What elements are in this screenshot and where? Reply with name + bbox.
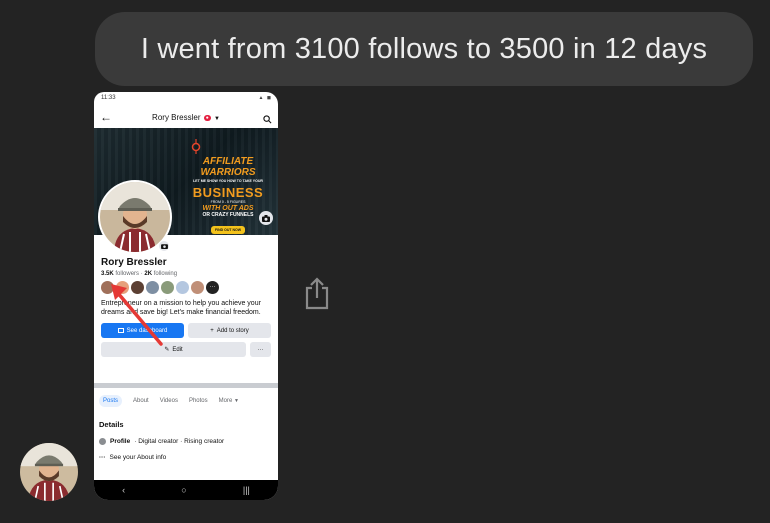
details-heading: Details: [99, 420, 124, 429]
cover-business: BUSINESS: [192, 185, 264, 200]
system-nav-bar: ‹ ○ |||: [94, 480, 278, 500]
profile-avatar[interactable]: [98, 180, 172, 254]
following-count[interactable]: 2K: [144, 271, 152, 277]
plus-icon: +: [210, 327, 214, 334]
message-bubble: I went from 3100 follows to 3500 in 12 d…: [95, 12, 753, 86]
annotation-arrow-icon: [111, 284, 163, 346]
share-icon[interactable]: [303, 276, 331, 312]
add-to-story-button[interactable]: + Add to story: [188, 323, 271, 338]
nav-home-icon[interactable]: ○: [181, 485, 186, 495]
follower-avatar: [176, 281, 189, 294]
status-bar: 11:33 ▲ ◼: [94, 92, 278, 106]
chevron-down-icon: ▼: [233, 398, 239, 404]
following-label[interactable]: following: [154, 271, 177, 277]
header-title[interactable]: Rory Bressler ● ▼: [94, 113, 278, 122]
tab-posts[interactable]: Posts: [99, 395, 123, 407]
cover-cta: FIND OUT NOW: [210, 226, 246, 234]
profile-header: ← Rory Bressler ● ▼: [94, 106, 278, 128]
chevron-down-icon: ▼: [214, 115, 220, 122]
about-info-link[interactable]: See your About info: [110, 454, 167, 461]
details-section: Details Profile · Digital creator · Risi…: [99, 420, 275, 461]
tab-about[interactable]: About: [133, 398, 149, 404]
followers-count[interactable]: 3.5K: [101, 271, 114, 277]
more-options-button[interactable]: ···: [250, 342, 271, 357]
cover-title: AFFILIATE WARRIORS: [200, 156, 256, 178]
more-dots-icon: ···: [99, 454, 106, 461]
tab-more[interactable]: More ▼: [219, 398, 239, 404]
tab-photos[interactable]: Photos: [189, 398, 208, 404]
header-title-text: Rory Bressler: [152, 112, 201, 122]
status-time: 11:33: [101, 95, 116, 101]
cover-subtitle: LET ME SHOW YOU HOW TO TAKE YOUR: [193, 179, 263, 183]
followers-label[interactable]: followers: [115, 271, 139, 277]
profile-name: Rory Bressler: [101, 257, 167, 268]
tab-videos[interactable]: Videos: [160, 398, 178, 404]
section-divider: [94, 383, 278, 388]
tab-more-label: More: [218, 398, 233, 404]
sender-avatar[interactable]: [20, 443, 78, 501]
nav-back-icon[interactable]: ‹: [122, 485, 125, 495]
status-icons: ▲ ◼: [258, 95, 272, 101]
profile-tabs: Posts About Videos Photos More ▼: [94, 395, 278, 407]
edit-label: Edit: [172, 346, 183, 353]
more-followers-icon: ···: [206, 281, 219, 294]
search-icon[interactable]: [263, 111, 272, 129]
profile-type-icon: [99, 438, 106, 445]
cover-no-ads: WITH OUT ADS: [202, 205, 254, 212]
message-text: I went from 3100 follows to 3500 in 12 d…: [140, 32, 708, 65]
camera-icon[interactable]: [158, 240, 170, 252]
follower-avatar: [191, 281, 204, 294]
profile-label: Profile: [110, 438, 131, 445]
cover-figures: FROM 0 - 5 FIGURES: [210, 200, 246, 204]
profile-type-text: · Digital creator · Rising creator: [134, 438, 225, 445]
about-info-row[interactable]: ··· See your About info: [99, 454, 275, 461]
profile-detail-row: Profile · Digital creator · Rising creat…: [99, 438, 275, 445]
warrior-logo-icon: [191, 139, 201, 154]
cover-artwork: AFFILIATE WARRIORS LET ME SHOW YOU HOW T…: [182, 156, 274, 236]
notification-badge: ●: [203, 114, 211, 121]
camera-icon[interactable]: [259, 211, 273, 225]
add-to-story-label: Add to story: [216, 327, 249, 334]
nav-recents-icon[interactable]: |||: [243, 485, 250, 495]
follower-stats: 3.5K followers · 2K following: [101, 271, 178, 277]
